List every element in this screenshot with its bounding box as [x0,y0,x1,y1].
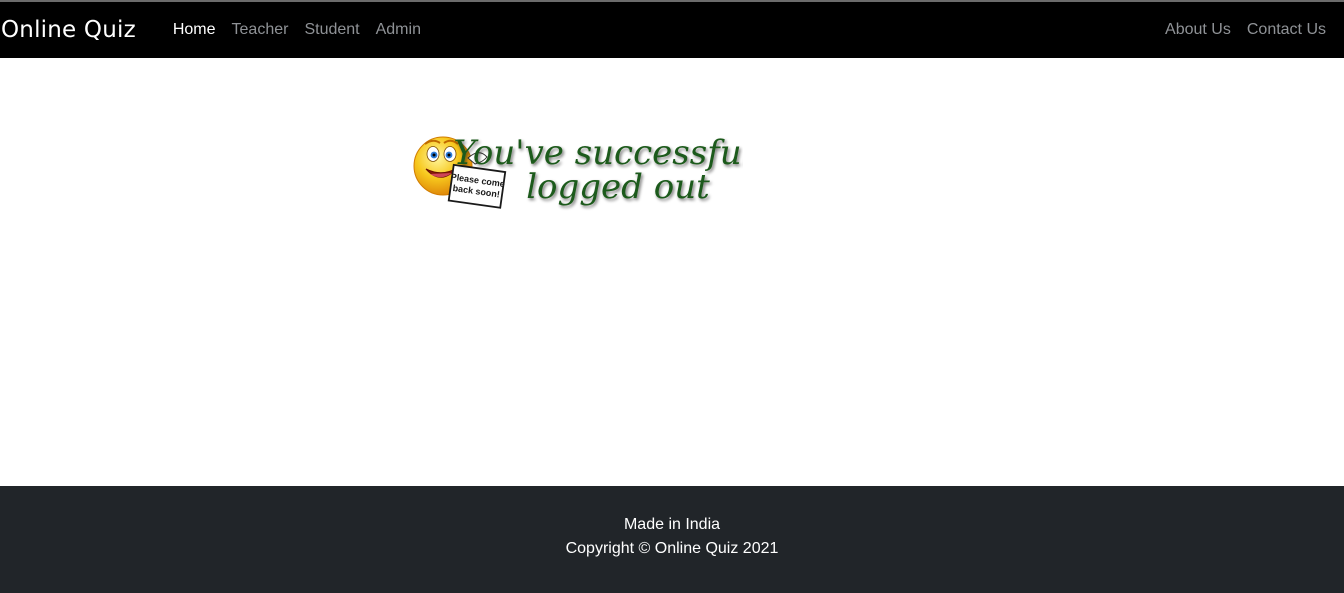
secondary-nav: About Us Contact Us [1157,2,1334,58]
nav-link-admin[interactable]: Admin [368,2,429,58]
primary-nav: Home Teacher Student Admin [165,2,429,58]
top-navbar: Online Quiz Home Teacher Student Admin A… [0,2,1344,58]
nav-link-home[interactable]: Home [165,2,224,58]
nav-link-about-us[interactable]: About Us [1157,2,1239,58]
footer-copyright: Copyright © Online Quiz 2021 [565,540,779,557]
nav-link-teacher[interactable]: Teacher [224,2,297,58]
logged-out-image: Please come back soon! You've successfu l… [413,133,743,209]
footer-made-in: Made in India [623,516,721,533]
brand-logo-link[interactable]: Online Quiz [1,17,136,43]
main-content: Please come back soon! You've successfu l… [0,58,1344,486]
page-footer: Made in India Copyright © Online Quiz 20… [0,486,1344,593]
nav-link-contact-us[interactable]: Contact Us [1239,2,1334,58]
logout-headline-line-2: logged out [526,167,710,207]
nav-link-student[interactable]: Student [296,2,367,58]
